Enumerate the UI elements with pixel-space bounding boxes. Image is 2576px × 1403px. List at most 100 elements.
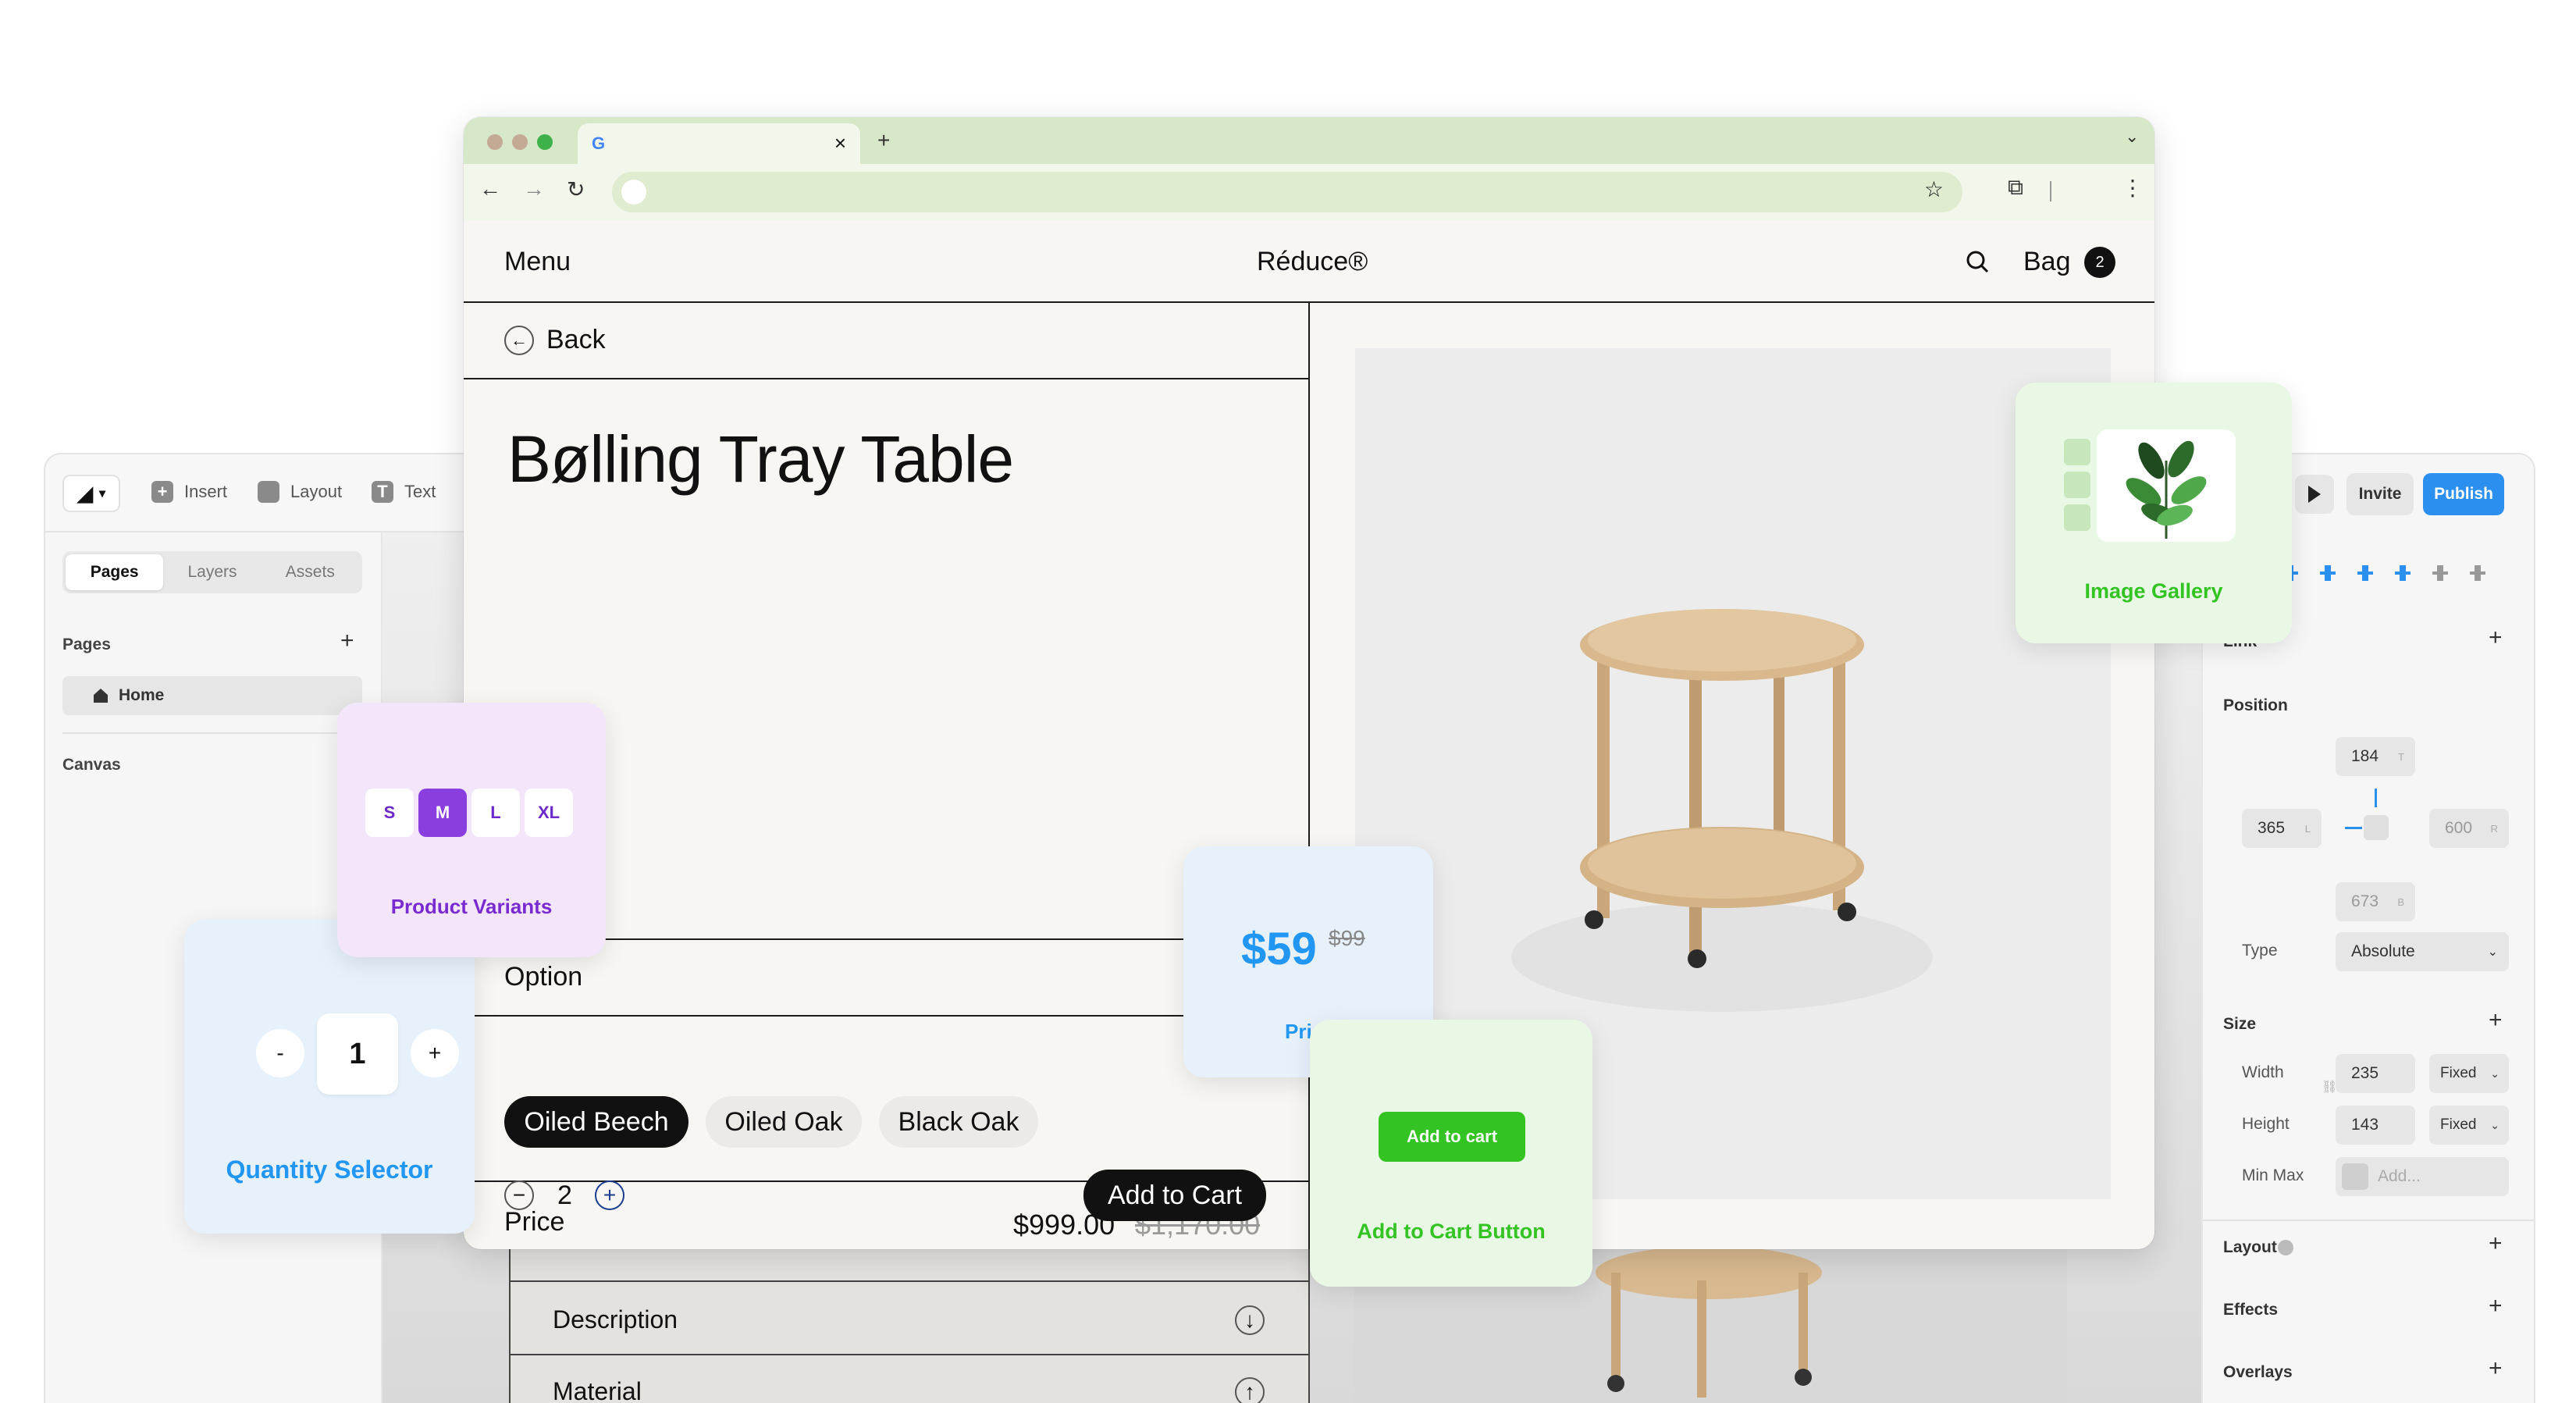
align-bottom-icon[interactable] xyxy=(2393,564,2412,582)
qty-minus-button[interactable]: - xyxy=(256,1029,304,1077)
site-header: Menu Réduce® Bag 2 xyxy=(464,220,2154,303)
invite-button[interactable]: Invite xyxy=(2347,473,2414,515)
size-option-m[interactable]: M xyxy=(418,789,467,837)
position-right-field[interactable]: 600 R xyxy=(2429,809,2509,848)
height-mode-select[interactable]: Fixed ⌄ xyxy=(2429,1106,2509,1145)
gallery-thumb[interactable] xyxy=(2064,472,2090,498)
bookmark-star-icon[interactable]: ☆ xyxy=(1924,176,1944,202)
card-price-value: $59 xyxy=(1241,924,1317,974)
collapse-up-icon[interactable]: ↑ xyxy=(1235,1377,1265,1403)
more-menu-icon[interactable]: ⋮ xyxy=(2122,175,2144,201)
decrease-qty-button[interactable]: − xyxy=(504,1180,534,1210)
qty-value: 2 xyxy=(557,1180,572,1210)
plus-icon: + xyxy=(151,481,173,503)
position-right-letter: R xyxy=(2490,822,2498,835)
gallery-thumb[interactable] xyxy=(2064,504,2090,531)
distribute-h-icon[interactable] xyxy=(2431,564,2450,582)
layout-label: Layout xyxy=(290,482,343,501)
position-bottom-field[interactable]: 673 B xyxy=(2336,882,2415,921)
position-left-field[interactable]: 365 L xyxy=(2242,809,2322,848)
play-icon xyxy=(2308,486,2321,503)
tab-layers[interactable]: Layers xyxy=(163,554,261,590)
minmax-field[interactable]: Add... xyxy=(2336,1157,2509,1196)
tab-assets[interactable]: Assets xyxy=(262,554,359,590)
menu-link[interactable]: Menu xyxy=(504,247,571,277)
layout-button[interactable]: Layout xyxy=(258,481,342,503)
height-field[interactable]: 143 xyxy=(2336,1106,2415,1145)
expand-down-icon[interactable]: ↓ xyxy=(1235,1305,1265,1335)
align-top-icon[interactable] xyxy=(2318,564,2337,582)
extensions-icon[interactable]: ⧉ xyxy=(2008,175,2023,201)
position-bottom-value: 673 xyxy=(2351,892,2379,910)
size-option-l[interactable]: L xyxy=(471,789,520,837)
play-button[interactable] xyxy=(2295,475,2334,514)
link-ratio-icon[interactable]: ⛓ xyxy=(2322,1079,2337,1095)
gallery-thumb[interactable] xyxy=(2064,439,2090,465)
reload-icon[interactable]: ↻ xyxy=(567,176,585,202)
text-button[interactable]: T Text xyxy=(372,481,436,503)
logo-menu-button[interactable]: ◢ ▾ xyxy=(62,475,120,512)
back-button[interactable]: ← Back xyxy=(504,325,606,355)
height-value: 143 xyxy=(2351,1116,2379,1134)
size-option-xl[interactable]: XL xyxy=(525,789,573,837)
brand-logo[interactable]: Réduce® xyxy=(1257,247,1368,277)
width-mode-select[interactable]: Fixed ⌄ xyxy=(2429,1054,2509,1093)
page-item-home[interactable]: Home xyxy=(62,676,362,715)
page-home-label: Home xyxy=(119,686,165,704)
close-tab-icon[interactable]: × xyxy=(834,131,846,155)
tab-pages[interactable]: Pages xyxy=(66,554,164,590)
chevron-down-icon: ⌄ xyxy=(2487,945,2498,959)
new-tab-icon[interactable]: + xyxy=(877,128,890,153)
search-icon[interactable] xyxy=(1966,250,1989,273)
qty-plus-button[interactable]: + xyxy=(411,1029,459,1077)
pin-widget[interactable] xyxy=(2345,789,2398,848)
distribute-v-icon[interactable] xyxy=(2468,564,2487,582)
address-bar[interactable]: ☆ xyxy=(612,172,1962,212)
increase-qty-button[interactable]: + xyxy=(595,1180,624,1210)
insert-button[interactable]: + Insert xyxy=(151,481,227,503)
pages-heading: Pages xyxy=(62,636,111,653)
forward-arrow-icon[interactable]: → xyxy=(523,176,545,201)
maximize-window-dot[interactable] xyxy=(537,134,553,150)
add-to-cart-button[interactable]: Add to Cart xyxy=(1083,1170,1266,1221)
type-select[interactable]: Absolute ⌄ xyxy=(2336,932,2509,971)
back-arrow-icon[interactable]: ← xyxy=(479,176,501,201)
finish-chip-oiled-oak[interactable]: Oiled Oak xyxy=(706,1096,862,1148)
minimize-window-dot[interactable] xyxy=(512,134,528,150)
publish-button[interactable]: Publish xyxy=(2423,473,2504,515)
gallery-main-image[interactable] xyxy=(2097,429,2236,542)
effects-heading: Effects xyxy=(2223,1301,2279,1319)
position-left-letter: L xyxy=(2304,822,2311,835)
position-right-value: 600 xyxy=(2445,819,2473,837)
position-top-value: 184 xyxy=(2351,747,2379,765)
add-overlay-icon[interactable]: + xyxy=(2489,1355,2503,1382)
finish-chip-oiled-beech[interactable]: Oiled Beech xyxy=(504,1096,688,1148)
width-field[interactable]: 235 xyxy=(2336,1054,2415,1093)
width-label: Width xyxy=(2242,1063,2284,1081)
browser-tab[interactable]: G × xyxy=(578,123,860,164)
chevron-down-icon: ⌄ xyxy=(2490,1118,2500,1131)
close-window-dot[interactable] xyxy=(487,134,503,150)
bag-count-badge: 2 xyxy=(2084,247,2115,278)
finish-chip-black-oak[interactable]: Black Oak xyxy=(879,1096,1038,1148)
add-effect-icon[interactable]: + xyxy=(2489,1293,2503,1319)
width-value: 235 xyxy=(2351,1064,2379,1082)
qty-value-box[interactable]: 1 xyxy=(317,1013,398,1095)
home-icon xyxy=(94,689,108,703)
back-label: Back xyxy=(546,325,606,354)
add-layout-icon[interactable]: + xyxy=(2489,1230,2503,1257)
position-top-field[interactable]: 184 T xyxy=(2336,737,2415,776)
site-info-icon[interactable] xyxy=(621,180,646,205)
info-icon[interactable] xyxy=(2278,1240,2293,1255)
card-price-old: $99 xyxy=(1329,926,1365,950)
add-link-icon[interactable]: + xyxy=(2489,625,2503,651)
size-option-s[interactable]: S xyxy=(365,789,414,837)
bag-link[interactable]: Bag xyxy=(2023,247,2071,277)
align-middle-icon[interactable] xyxy=(2356,564,2375,582)
add-size-icon[interactable]: + xyxy=(2489,1007,2503,1034)
card-add-to-cart-button[interactable]: Add to cart xyxy=(1379,1112,1525,1162)
add-page-icon[interactable]: + xyxy=(340,628,354,654)
minmax-label: Min Max xyxy=(2242,1166,2304,1184)
chevron-down-icon: ▾ xyxy=(98,487,106,500)
chevron-down-icon[interactable]: ⌄ xyxy=(2125,126,2139,147)
